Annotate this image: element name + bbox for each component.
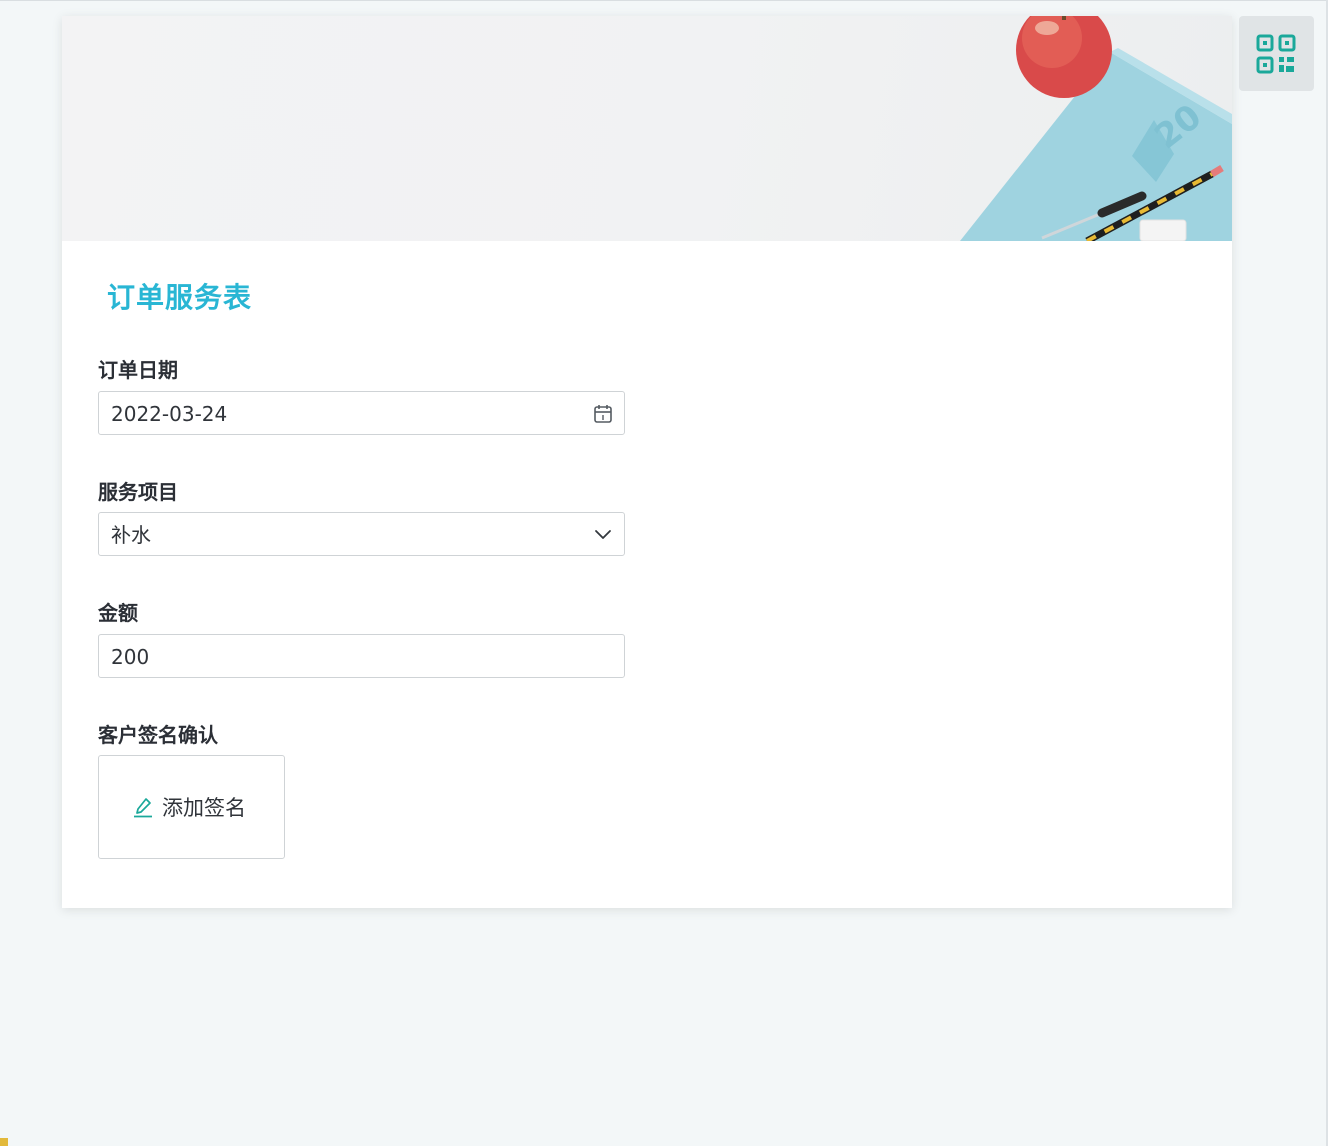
- qr-code-icon: [1256, 34, 1296, 74]
- header-banner-image: 20: [62, 16, 1232, 241]
- pencil-icon: [134, 798, 152, 818]
- qr-code-button[interactable]: [1239, 16, 1314, 91]
- page-top-edge: [0, 0, 1328, 1]
- add-signature-button[interactable]: 添加签名: [98, 755, 285, 859]
- form-title: 订单服务表: [107, 281, 253, 314]
- signature-label: 客户签名确认: [98, 723, 218, 747]
- add-signature-label: 添加签名: [162, 796, 246, 820]
- chevron-down-icon[interactable]: [592, 524, 614, 546]
- banner-illustration: 20: [960, 16, 1232, 241]
- form-card: 20 订单服务表 订单日期 2022-03-24 服务项目 补水 金额 200 …: [62, 16, 1232, 908]
- order-date-label: 订单日期: [98, 358, 178, 382]
- amount-input[interactable]: 200: [98, 634, 625, 678]
- amount-label: 金额: [98, 601, 138, 625]
- service-item-value: 补水: [111, 523, 151, 547]
- service-item-label: 服务项目: [98, 480, 178, 504]
- calendar-icon[interactable]: [592, 403, 614, 425]
- order-date-input[interactable]: 2022-03-24: [98, 391, 625, 435]
- service-item-select[interactable]: 补水: [98, 512, 625, 556]
- amount-value: 200: [111, 645, 150, 669]
- order-date-value: 2022-03-24: [111, 402, 228, 426]
- corner-marker: [0, 1138, 8, 1146]
